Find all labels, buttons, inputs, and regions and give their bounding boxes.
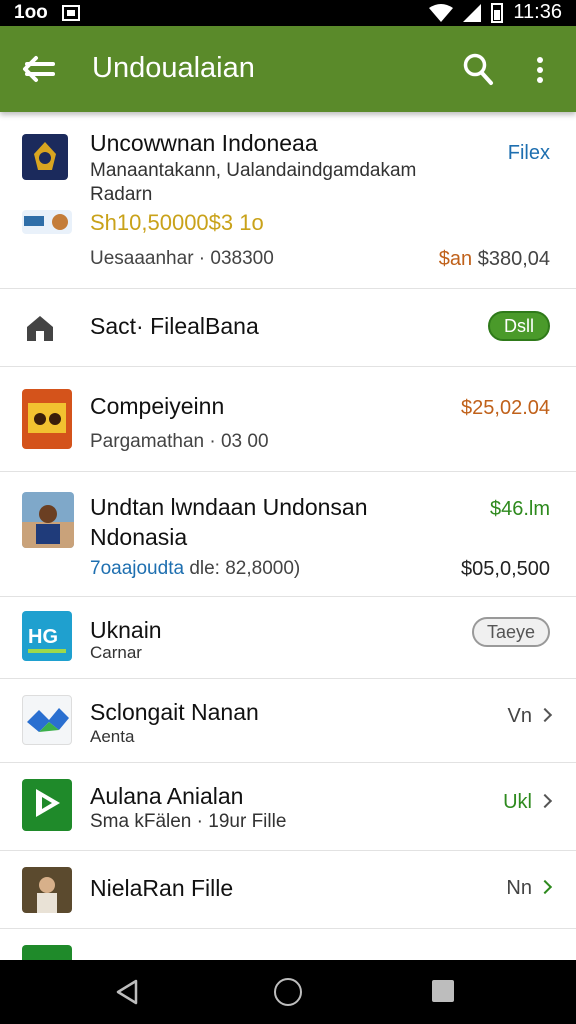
- item-price-2: $05,0,500: [461, 558, 550, 580]
- nav-recent-icon[interactable]: [432, 980, 454, 1002]
- item-thumbnail: [22, 134, 68, 180]
- status-time: 11:36: [513, 1, 562, 23]
- chevron-right-icon[interactable]: [537, 793, 553, 809]
- item-thumbnail: [22, 779, 72, 831]
- list-item[interactable]: Uncowwnan Indoneaa Manaantakann, Ualanda…: [0, 112, 576, 289]
- item-thumbnail: [22, 389, 72, 449]
- item-subtitle: Aenta: [90, 727, 135, 746]
- item-price: $46.lm: [489, 498, 550, 520]
- item-thumbnail: [22, 695, 72, 745]
- item-meta: Uesaaanhar · 038300: [90, 248, 274, 269]
- item-right-text: Ukl: [503, 791, 532, 813]
- wifi-icon: [429, 3, 454, 22]
- item-meta-right-label: $an: [438, 248, 473, 270]
- chevron-right-icon[interactable]: [537, 707, 553, 723]
- item-title: NielaRan Fille: [90, 875, 234, 901]
- app-bar: Undoualaian: [0, 26, 576, 112]
- status-bar: 1oo 11:36: [0, 0, 576, 26]
- item-meta: Pargamathan · 03 00: [90, 431, 269, 452]
- item-title: Aulana Anialan: [90, 783, 244, 809]
- notification-icon: [61, 5, 80, 21]
- system-nav-bar: [0, 960, 576, 1024]
- item-title: Sact· FilealBana: [90, 313, 259, 339]
- item-action-link[interactable]: Filex: [508, 142, 550, 165]
- list-item[interactable]: Sact· FilealBana Dsll: [0, 289, 576, 367]
- list-item[interactable]: Compeiyeinn Pargamathan · 03 00 $25,02.0…: [0, 367, 576, 472]
- item-meta-link[interactable]: 7oaajoudta: [90, 558, 184, 579]
- search-icon[interactable]: [462, 52, 494, 86]
- item-subtitle: Carnar: [90, 643, 142, 662]
- item-right-text: Vn: [507, 705, 532, 727]
- item-price-line: Sh10,50000$3 1o: [90, 210, 264, 235]
- back-arrow-icon[interactable]: [22, 54, 56, 84]
- item-action-button[interactable]: Taeye: [472, 617, 550, 647]
- item-subtitle-2: Radarn: [90, 184, 153, 205]
- nav-back-icon[interactable]: [114, 978, 140, 1006]
- item-thumbnail: [22, 492, 74, 548]
- item-thumbnail: HG: [22, 611, 72, 661]
- page-title: Undoualaian: [92, 52, 255, 84]
- svg-text:HG: HG: [28, 626, 58, 648]
- item-subtitle: Sma kFälen · 19ur Fille: [90, 811, 287, 832]
- item-thumbnail: [22, 867, 72, 913]
- item-meta-right-value: $380,04: [477, 248, 550, 270]
- status-left-text: 1oo: [14, 2, 48, 23]
- item-subtitle: Manaantakann, Ualandaindgamdakam: [90, 160, 417, 181]
- item-price: $25,02.04: [461, 397, 550, 419]
- item-title-2: Ndonasia: [90, 524, 188, 550]
- nav-home-icon[interactable]: [274, 978, 302, 1006]
- list-item[interactable]: Undtan lwndaan Undonsan Ndonasia 7oaajou…: [0, 472, 576, 597]
- list-item[interactable]: NielaRan Fille Nn: [0, 851, 576, 929]
- item-title: Sclongait Nanan: [90, 699, 259, 725]
- list-item[interactable]: Sclongait Nanan Aenta Vn: [0, 679, 576, 763]
- item-meta: dle: 82,8000): [189, 558, 301, 579]
- chevron-right-icon[interactable]: [537, 879, 553, 895]
- item-badge-image: [22, 210, 72, 234]
- item-title: Uknain: [90, 617, 162, 643]
- battery-icon: [491, 2, 504, 23]
- more-vert-icon[interactable]: [530, 56, 550, 84]
- item-title: Undtan lwndaan Undonsan: [90, 494, 368, 520]
- item-action-button[interactable]: Dsll: [488, 311, 550, 341]
- item-right-text: Nn: [506, 877, 532, 899]
- item-title: Compeiyeinn: [90, 393, 225, 419]
- list-item[interactable]: Aulana Anialan Sma kFälen · 19ur Fille U…: [0, 763, 576, 851]
- item-title: Uncowwnan Indoneaa: [90, 130, 318, 156]
- signal-icon: [463, 3, 482, 22]
- list-item[interactable]: HG Uknain Carnar Taeye: [0, 597, 576, 679]
- home-icon: [27, 316, 53, 341]
